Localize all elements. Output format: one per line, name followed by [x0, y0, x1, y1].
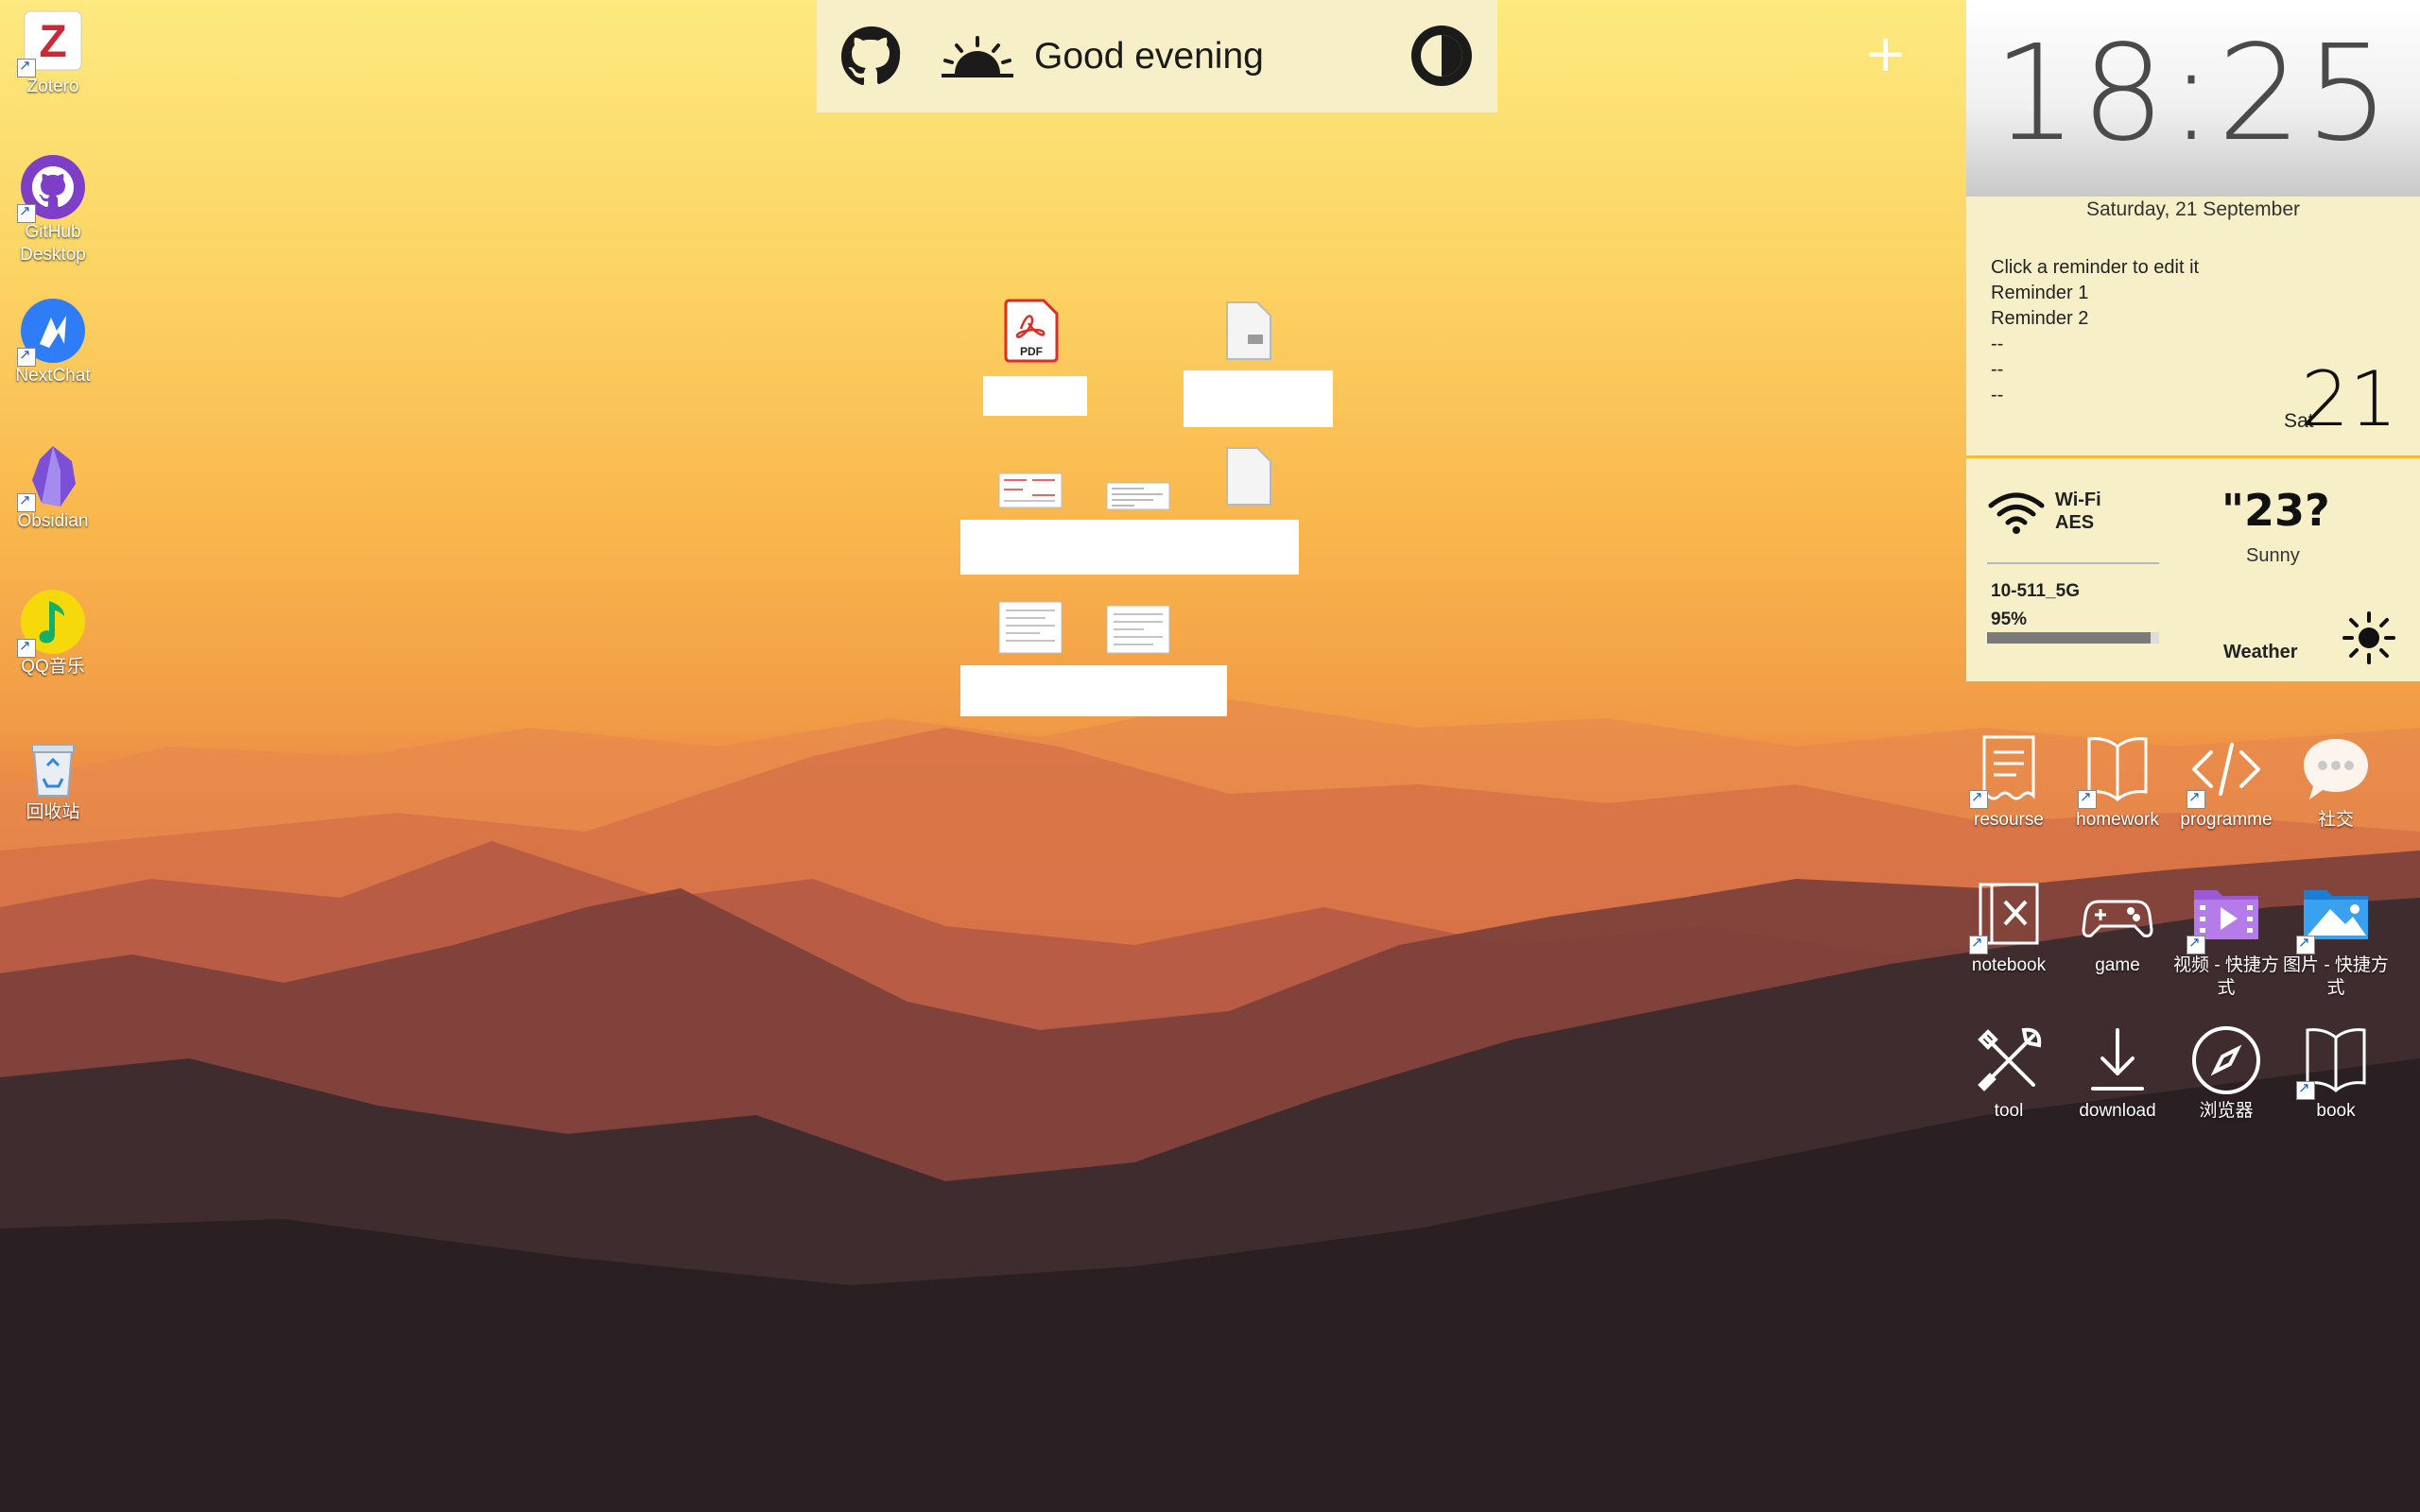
pdf-file-icon[interactable]: PDF	[1004, 299, 1059, 363]
folder-download[interactable]: download	[2062, 1022, 2173, 1123]
recycle-bin-icon	[19, 733, 87, 801]
wifi-signal-bar	[1987, 632, 2159, 644]
shortcut-arrow-icon	[1969, 788, 1988, 809]
tools-icon	[1971, 1022, 2047, 1098]
picture-folder-icon	[2296, 877, 2374, 954]
reminders-widget[interactable]: Click a reminder to edit it Reminder 1 R…	[1966, 231, 2420, 458]
shortcut-arrow-icon	[2187, 934, 2205, 954]
folder-tool[interactable]: tool	[1953, 1022, 2065, 1123]
folder-resourse[interactable]: resourse	[1953, 731, 2065, 832]
folder-social[interactable]: 社交	[2280, 731, 2392, 832]
image-file-thumbnail-icon[interactable]	[998, 472, 1063, 508]
open-book-icon	[2078, 731, 2155, 809]
compass-icon	[2188, 1022, 2264, 1098]
weather-label: Weather	[2223, 642, 2298, 662]
shortcut-arrow-icon	[17, 202, 36, 223]
folder-homework[interactable]: homework	[2062, 731, 2173, 832]
greeting-bar: Good evening	[817, 0, 1497, 112]
reminder-item[interactable]: Reminder 1	[1991, 281, 2199, 306]
zotero-icon: Z	[17, 8, 87, 77]
folder-programme[interactable]: programme	[2170, 731, 2282, 832]
desktop-icon-qq-music[interactable]: QQ音乐	[8, 588, 98, 679]
book-icon	[2296, 1022, 2374, 1100]
text-file-icon[interactable]	[1225, 446, 1272, 507]
network-weather-widget: Wi-Fi AES 10-511_5G 95% "23? Sunny Weath…	[1966, 458, 2420, 681]
wifi-signal-fill	[1987, 632, 2151, 644]
reminder-list: Click a reminder to edit it Reminder 1 R…	[1991, 255, 2199, 408]
code-icon	[2187, 731, 2264, 809]
document-file-icon[interactable]	[1225, 301, 1272, 361]
wifi-type: Wi-Fi	[2055, 490, 2101, 510]
reminder-hint: Click a reminder to edit it	[1991, 257, 2200, 278]
svg-text:Z: Z	[39, 17, 66, 67]
chat-bubble-icon	[2298, 731, 2374, 807]
theme-toggle-icon[interactable]	[1409, 23, 1475, 89]
weather-condition: Sunny	[2246, 545, 2300, 566]
folder-book[interactable]: book	[2280, 1022, 2392, 1123]
greeting-text: Good evening	[1034, 35, 1264, 77]
github-desktop-icon	[17, 153, 87, 223]
folder-picture-shortcut[interactable]: 图片 - 快捷方式	[2280, 877, 2392, 1000]
notebook-x-icon	[1969, 877, 2047, 954]
redacted-label	[960, 520, 1299, 575]
redacted-label	[983, 376, 1087, 416]
reminder-item[interactable]: --	[1991, 332, 2199, 357]
nextchat-icon	[17, 297, 87, 367]
sunset-icon	[942, 35, 1013, 77]
reminder-item[interactable]: --	[1991, 357, 2199, 383]
wifi-info: Wi-Fi AES	[2055, 489, 2101, 534]
reminder-item[interactable]: --	[1991, 383, 2199, 408]
image-file-thumbnail-icon[interactable]	[1106, 482, 1170, 510]
shortcut-arrow-icon	[1969, 934, 1988, 954]
wifi-ssid: 10-511_5G	[1991, 581, 2081, 601]
folder-browser[interactable]: 浏览器	[2170, 1022, 2282, 1123]
sun-icon	[2342, 611, 2395, 664]
folder-notebook[interactable]: notebook	[1953, 877, 2065, 977]
shortcut-arrow-icon	[17, 57, 36, 77]
shortcut-arrow-icon	[2296, 934, 2315, 954]
clock-time: 18:25	[1993, 17, 2394, 171]
clock-date: Saturday, 21 September	[1966, 197, 2420, 231]
shortcut-arrow-icon	[17, 637, 36, 658]
shortcut-arrow-icon	[2296, 1079, 2315, 1100]
redacted-label	[960, 665, 1227, 716]
divider	[1987, 562, 2159, 564]
shortcut-arrow-icon	[2078, 788, 2097, 809]
desktop-icon-github-desktop[interactable]: GitHub Desktop	[8, 153, 98, 266]
shortcut-arrow-icon	[2187, 788, 2205, 809]
image-file-thumbnail-icon[interactable]	[998, 601, 1063, 654]
shortcut-arrow-icon	[17, 346, 36, 367]
download-icon	[2080, 1022, 2155, 1098]
desktop-icon-zotero[interactable]: Z Zotero	[8, 8, 98, 98]
qq-music-icon	[17, 588, 87, 658]
obsidian-icon	[17, 442, 87, 512]
image-file-thumbnail-icon[interactable]	[1106, 605, 1170, 654]
svg-text:PDF: PDF	[1020, 345, 1043, 358]
clock-widget: 18:25	[1966, 0, 2420, 197]
folder-game[interactable]: game	[2062, 877, 2173, 977]
weather-temperature: "23?	[2221, 485, 2330, 536]
wifi-signal-percent: 95%	[1991, 610, 2028, 629]
desktop-icon-recycle-bin[interactable]: 回收站	[8, 733, 98, 824]
video-folder-icon	[2187, 877, 2264, 954]
document-outline-icon	[1969, 731, 2047, 809]
reminder-item[interactable]: Reminder 2	[1991, 306, 2199, 332]
shortcut-arrow-icon	[17, 491, 36, 512]
redacted-label	[1184, 370, 1333, 427]
gamepad-icon	[2080, 877, 2155, 953]
wifi-security: AES	[2055, 512, 2095, 533]
github-icon[interactable]	[838, 23, 906, 91]
reminder-day-number: 21	[2301, 355, 2397, 443]
desktop-icon-nextchat[interactable]: NextChat	[8, 297, 98, 387]
add-widget-button[interactable]: +	[1864, 28, 1907, 79]
wifi-icon	[1988, 492, 2045, 534]
desktop-icon-obsidian[interactable]: Obsidian	[8, 442, 98, 533]
folder-video-shortcut[interactable]: 视频 - 快捷方式	[2170, 877, 2282, 1000]
